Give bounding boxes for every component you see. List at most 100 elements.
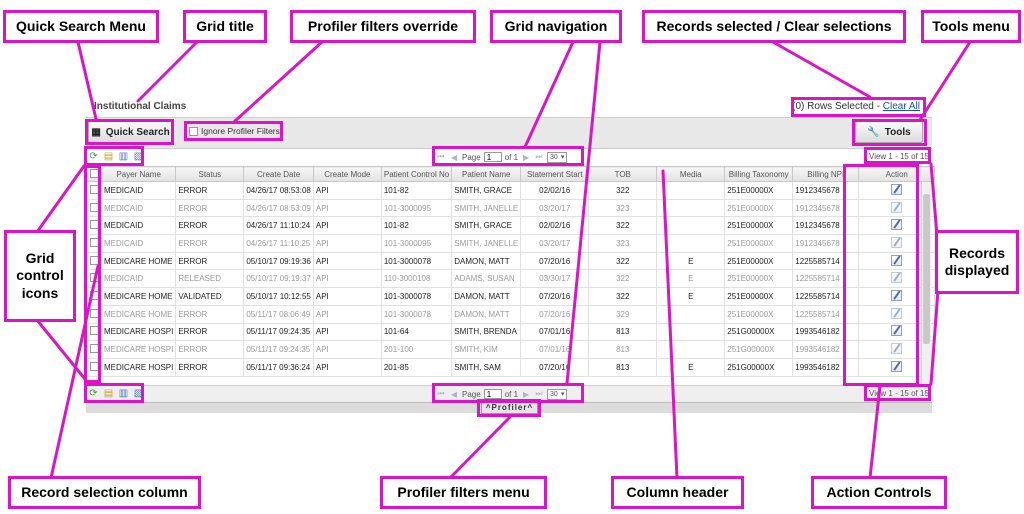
column-header-create-date[interactable]: Create Date	[243, 166, 314, 182]
next-page-icon[interactable]: ▶	[521, 152, 531, 162]
cell-patient: SMITH, SAM	[451, 357, 522, 377]
edit-icon[interactable]	[891, 254, 903, 266]
callout-grid-navigation: Grid navigation	[490, 10, 622, 43]
table-row[interactable]: MEDICARE HOSPI ERROR 05/11/17 09:24:35 API 2…	[87, 340, 936, 359]
cell-media: E	[656, 287, 726, 306]
callout-quick-search-menu: Quick Search Menu	[3, 10, 159, 43]
column-header-payer[interactable]: Payer Name	[100, 166, 177, 182]
row-checkbox[interactable]	[90, 344, 99, 354]
tools-button[interactable]: 🔧 Tools	[855, 121, 923, 143]
scrollbar-thumb[interactable]	[923, 194, 930, 344]
table-row[interactable]: MEDICARE HOME VALIDATED 05/10/17 10:12:55 A…	[87, 287, 936, 306]
row-select-cell[interactable]	[87, 340, 102, 359]
export-icon[interactable]: ▧	[132, 150, 145, 163]
columns-icon[interactable]: ▥	[117, 387, 130, 400]
edit-icon[interactable]	[891, 307, 903, 319]
claims-grid: Payer Name Status Create Date Create Mod…	[87, 166, 936, 377]
edit-icon[interactable]	[891, 272, 903, 284]
edit-icon[interactable]	[891, 201, 903, 213]
row-select-cell[interactable]	[87, 251, 102, 271]
row-checkbox[interactable]	[90, 290, 99, 300]
prev-page-icon[interactable]: ◀	[449, 152, 459, 162]
cell-payer: MEDICARE HOME	[100, 287, 177, 306]
refresh-icon[interactable]: ⟳	[87, 150, 100, 163]
table-row[interactable]: MEDICAID ERROR 04/26/17 08:53:08 API 101-82 S…	[87, 181, 936, 200]
page-label: Page	[462, 152, 481, 162]
edit-icon[interactable]	[891, 183, 903, 195]
column-header-tob[interactable]: TOB	[588, 166, 658, 182]
first-page-icon[interactable]: ⏮	[436, 152, 446, 162]
columns-icon[interactable]: ▥	[117, 150, 130, 163]
column-header-media[interactable]: Media	[656, 166, 726, 182]
row-checkbox[interactable]	[90, 326, 99, 336]
grid-scrollbar[interactable]	[921, 182, 931, 384]
column-header-patient-name[interactable]: Patient Name	[451, 166, 522, 182]
page-size-select[interactable]: 30 ▾	[547, 151, 568, 163]
page-size-select[interactable]: 30 ▾	[547, 388, 568, 400]
table-row[interactable]: MEDICARE HOME ERROR 05/10/17 09:19:36 API 10…	[87, 251, 936, 271]
row-checkbox[interactable]	[90, 220, 99, 230]
table-row[interactable]: MEDICARE HOSPI ERROR 05/11/17 09:36:24 API 2…	[87, 357, 936, 377]
page-size-value: 30	[550, 153, 558, 161]
column-header-statement-start[interactable]: Statement Start	[520, 166, 590, 182]
row-select-cell[interactable]	[87, 181, 102, 200]
row-select-cell[interactable]	[87, 269, 102, 289]
page-input[interactable]	[483, 389, 502, 399]
row-checkbox[interactable]	[90, 255, 99, 265]
folder-icon[interactable]: ▤	[102, 150, 115, 163]
column-header-create-mode[interactable]: Create Mode	[312, 166, 382, 182]
ignore-filters-checkbox[interactable]	[189, 126, 198, 136]
edit-icon[interactable]	[891, 343, 903, 355]
folder-icon[interactable]: ▤	[102, 387, 115, 400]
row-select-cell[interactable]	[87, 198, 102, 218]
cell-tax: 251G00000X	[724, 357, 794, 377]
row-checkbox[interactable]	[90, 184, 99, 194]
row-select-cell[interactable]	[87, 357, 102, 377]
row-checkbox[interactable]	[90, 273, 99, 283]
edit-icon[interactable]	[891, 219, 903, 231]
table-row[interactable]: MEDICARE HOSPI ERROR 05/11/17 09:24:35 API 1…	[87, 322, 936, 342]
row-select-cell[interactable]	[87, 234, 102, 253]
cell-tax: 251E00000X	[724, 234, 794, 253]
edit-icon[interactable]	[891, 360, 903, 372]
row-checkbox[interactable]	[90, 237, 99, 247]
prev-page-icon[interactable]: ◀	[449, 389, 459, 399]
row-checkbox[interactable]	[90, 361, 99, 371]
row-select-cell[interactable]	[87, 322, 102, 342]
ignore-profiler-filters[interactable]: Ignore Profiler Filters	[189, 126, 280, 136]
edit-icon[interactable]	[891, 325, 903, 337]
table-row[interactable]: MEDICAID ERROR 04/26/17 08:53:09 API 101-300…	[87, 198, 936, 218]
row-select-cell[interactable]	[87, 216, 102, 236]
table-row[interactable]: MEDICARE HOME ERROR 05/11/17 08:06:49 API 10…	[87, 304, 936, 324]
quick-search-button[interactable]: ▦ Quick Search	[88, 121, 173, 143]
cell-media: E	[656, 251, 726, 271]
export-icon[interactable]: ▧	[132, 387, 145, 400]
next-page-icon[interactable]: ▶	[521, 389, 531, 399]
page-size-value: 30	[550, 390, 558, 398]
callout-records-displayed: Records displayed	[935, 230, 1019, 294]
column-header-status[interactable]: Status	[175, 166, 245, 182]
table-row[interactable]: MEDICAID ERROR 04/26/17 11:10:25 API 101-300…	[87, 234, 936, 253]
column-header-billing-npi[interactable]: Billing NPI	[792, 166, 860, 182]
row-select-cell[interactable]	[87, 304, 102, 324]
edit-icon[interactable]	[891, 236, 903, 248]
table-row[interactable]: MEDICAID ERROR 04/26/17 11:10:24 API 101-82 S…	[87, 216, 936, 236]
cell-status: RELEASED	[175, 269, 245, 289]
table-row[interactable]: MEDICAID RELEASED 05/10/17 09:19:37 API 110-…	[87, 269, 936, 289]
cell-npi: 1225585714	[792, 251, 860, 271]
page-input[interactable]	[483, 152, 502, 162]
clear-all-link[interactable]: Clear All	[883, 101, 920, 112]
row-checkbox[interactable]	[90, 202, 99, 212]
first-page-icon[interactable]: ⏮	[436, 389, 446, 399]
last-page-icon[interactable]: ⏭	[534, 152, 544, 162]
row-select-cell[interactable]	[87, 287, 102, 306]
edit-icon[interactable]	[891, 289, 903, 301]
profiler-tab[interactable]: ^Profiler^	[481, 401, 538, 414]
refresh-icon[interactable]: ⟳	[87, 387, 100, 400]
column-header-patient-control[interactable]: Patient Control No	[380, 166, 453, 182]
last-page-icon[interactable]: ⏭	[534, 389, 544, 399]
select-all-header[interactable]	[87, 166, 102, 182]
column-header-billing-taxonomy[interactable]: Billing Taxonomy	[724, 166, 794, 182]
select-all-checkbox[interactable]	[90, 168, 99, 178]
row-checkbox[interactable]	[90, 308, 99, 318]
